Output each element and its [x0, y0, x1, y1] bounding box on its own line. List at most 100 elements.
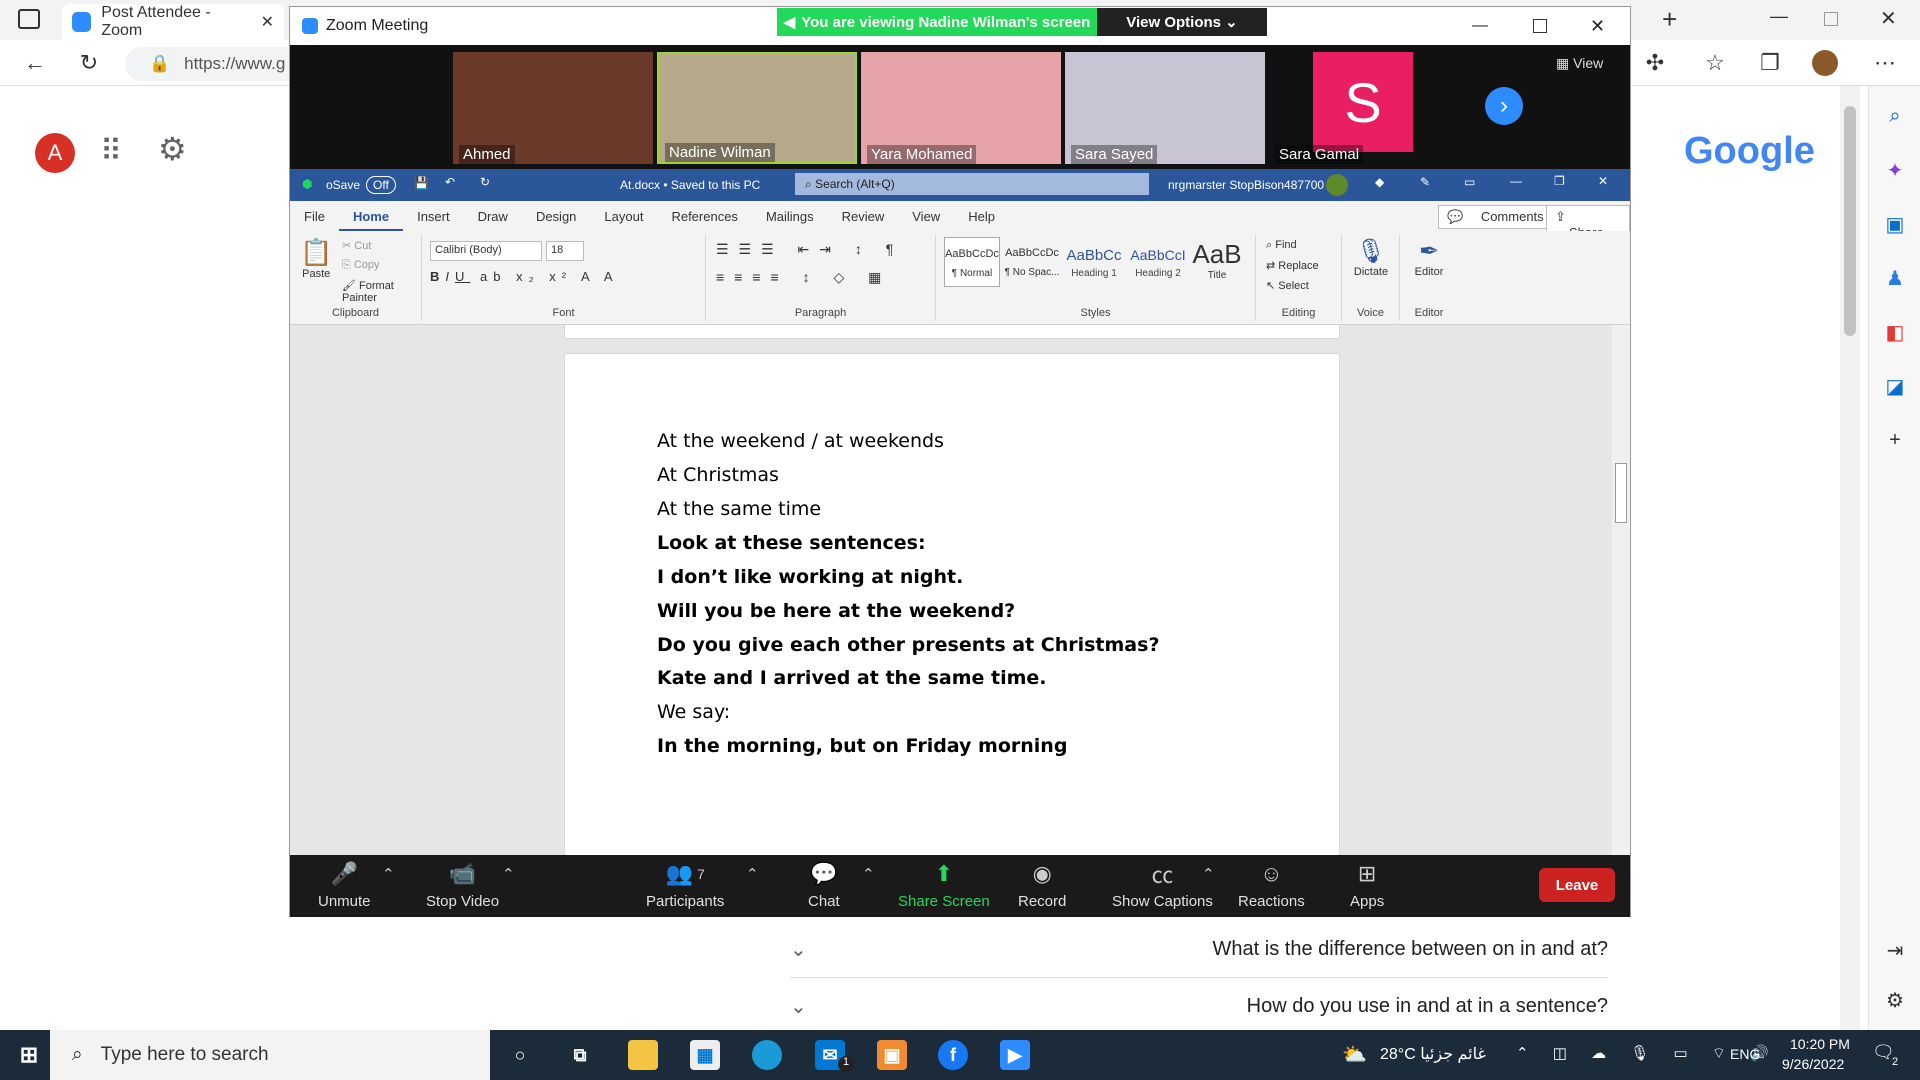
record-button[interactable]: ◉ Record [1018, 861, 1066, 910]
style-title[interactable]: AaB Title [1192, 237, 1242, 287]
new-tab-icon[interactable]: + [1662, 4, 1677, 35]
user-avatar[interactable] [1326, 174, 1348, 196]
replace-button[interactable]: ⇄ Replace [1266, 259, 1319, 272]
faq-item[interactable]: ⌄ What is the difference between on in a… [790, 922, 1608, 978]
edge-icon[interactable] [752, 1040, 782, 1070]
chat-options-icon[interactable]: ⌃ [862, 865, 875, 883]
video-options-icon[interactable]: ⌃ [502, 865, 515, 883]
clock-time[interactable]: 10:20 PM [1790, 1036, 1850, 1052]
participants-options-icon[interactable]: ⌃ [746, 865, 759, 883]
reactions-button[interactable]: ☺ Reactions [1238, 861, 1305, 910]
font-name-select[interactable]: Calibri (Body) [430, 241, 542, 261]
more-icon[interactable]: ⋯ [1870, 48, 1900, 78]
redo-icon[interactable]: ↻ [480, 175, 490, 189]
share-screen-button[interactable]: ⬆ Share Screen [898, 861, 990, 910]
dictate-button[interactable]: 🎙 Dictate [1346, 237, 1396, 278]
outlook-icon[interactable]: ◪ [1881, 372, 1909, 400]
scrollbar-thumb[interactable] [1844, 106, 1856, 336]
select-button[interactable]: ↖ Select [1266, 279, 1309, 292]
copy-button[interactable]: ⎘ Copy [342, 259, 380, 272]
windows-start-icon[interactable]: ⊞ [14, 1040, 44, 1070]
unmute-button[interactable]: 🎤 Unmute [318, 861, 371, 910]
doc-title[interactable]: At.docx • Saved to this PC [620, 178, 760, 192]
zoom-taskbar-icon[interactable]: ▶ [1000, 1040, 1030, 1070]
find-button[interactable]: ⌕ Find [1266, 239, 1297, 252]
tab-help[interactable]: Help [954, 201, 1009, 231]
tab-home[interactable]: Home [338, 201, 404, 231]
tab-review[interactable]: Review [828, 201, 899, 231]
autosave-toggle[interactable]: Off [366, 176, 396, 194]
apps-button[interactable]: ⊞ Apps [1350, 861, 1384, 910]
search-icon[interactable]: ⌕ [1881, 102, 1909, 130]
close-icon[interactable]: ✕ [1880, 6, 1897, 31]
maximize-icon[interactable] [1533, 19, 1547, 33]
view-options-button[interactable]: View Options ⌄ [1097, 8, 1267, 36]
video-tile[interactable]: Ahmed [453, 52, 653, 164]
collections-icon[interactable]: ❐ [1755, 48, 1785, 78]
minimize-icon[interactable]: — [1770, 6, 1788, 27]
tab-layout[interactable]: Layout [590, 201, 657, 231]
restore-icon[interactable]: ❐ [1554, 174, 1565, 188]
restore-icon[interactable] [1824, 12, 1838, 26]
google-logo[interactable]: Google [1684, 130, 1815, 173]
video-tile[interactable]: Yara Mohamed [861, 52, 1061, 164]
games-icon[interactable]: ♟ [1881, 264, 1909, 292]
video-tile[interactable]: S Sara Gamal [1269, 52, 1469, 164]
show-captions-button[interactable]: ㏄ Show Captions [1112, 861, 1213, 910]
view-button[interactable]: ▦ View [1556, 55, 1603, 72]
editor-button[interactable]: ✒ Editor [1404, 237, 1454, 278]
facebook-icon[interactable]: f [938, 1040, 968, 1070]
save-icon[interactable]: 💾 [414, 176, 429, 190]
document-page[interactable]: At the weekend / at weekends At Christma… [564, 353, 1340, 855]
close-icon[interactable]: ✕ [1598, 174, 1608, 188]
tab-draw[interactable]: Draw [464, 201, 522, 231]
style-no-spacing[interactable]: AaBbCcDc ¶ No Spac... [1004, 237, 1060, 287]
tab-file[interactable]: File [290, 201, 339, 231]
sidebar-collapse-icon[interactable]: ⇥ [1881, 936, 1909, 964]
tab-design[interactable]: Design [522, 201, 590, 231]
task-view-icon[interactable]: ⧉ [565, 1040, 595, 1070]
minimize-icon[interactable]: — [1472, 17, 1488, 35]
scrollbar-thumb[interactable] [1615, 463, 1627, 523]
profile-avatar[interactable] [1812, 50, 1838, 76]
font-size-select[interactable]: 18 [546, 241, 584, 261]
style-heading-2[interactable]: AaBbCcI Heading 2 [1128, 237, 1188, 287]
extensions-icon[interactable]: ✣ [1640, 48, 1670, 78]
app-icon[interactable]: ▣ [877, 1040, 907, 1070]
chat-button[interactable]: 💬 Chat [808, 861, 840, 910]
close-icon[interactable]: ✕ [1590, 16, 1605, 37]
style-heading-1[interactable]: AaBbCc Heading 1 [1064, 237, 1124, 287]
apps-grid-icon[interactable]: ⠿ [100, 134, 122, 169]
faq-item[interactable]: ⌄ How do you use in and at in a sentence… [790, 978, 1608, 1034]
paste-button[interactable]: 📋 Paste [300, 237, 332, 280]
pen-icon[interactable]: ✎ [1420, 175, 1430, 189]
page-scrollbar[interactable] [1840, 86, 1860, 1030]
document-scrollbar[interactable] [1612, 325, 1630, 855]
browser-tab[interactable]: Post Attendee - Zoom ✕ [62, 4, 284, 40]
tab-close-icon[interactable]: ✕ [261, 12, 274, 32]
minimize-icon[interactable]: — [1510, 174, 1522, 188]
diamond-icon[interactable]: ◆ [1375, 175, 1384, 189]
cortana-icon[interactable]: ○ [505, 1040, 535, 1070]
word-search-box[interactable]: ⌕ Search (Alt+Q) [795, 173, 1149, 195]
refresh-icon[interactable]: ↻ [74, 48, 104, 78]
clock-date[interactable]: 9/26/2022 [1782, 1056, 1844, 1072]
format-painter-button[interactable]: 🖌 Format Painter [342, 279, 421, 304]
tab-insert[interactable]: Insert [403, 201, 464, 231]
stop-video-button[interactable]: 📹 Stop Video [426, 861, 499, 910]
settings-icon[interactable]: ⚙ [1881, 986, 1909, 1014]
file-explorer-icon[interactable] [628, 1040, 658, 1070]
taskbar-search[interactable]: ⌕ Type here to search [50, 1030, 490, 1080]
leave-button[interactable]: Leave [1539, 868, 1615, 902]
settings-gear-icon[interactable]: ⚙ [158, 130, 187, 168]
list-buttons[interactable]: ☰☰☰ ⇤⇥ ↕ ¶ [716, 241, 903, 258]
captions-options-icon[interactable]: ⌃ [1202, 865, 1215, 883]
address-bar[interactable]: 🔒 https://www.g [125, 47, 305, 81]
align-buttons[interactable]: ≡≡≡≡ ↕ ◇ ▦ [716, 269, 891, 286]
tab-mailings[interactable]: Mailings [752, 201, 828, 231]
font-format-buttons[interactable]: BIU ab x₂ x² A A [430, 269, 619, 284]
cut-button[interactable]: ✂ Cut [342, 239, 371, 252]
video-tile[interactable]: Sara Sayed [1065, 52, 1265, 164]
tools-icon[interactable]: ▣ [1881, 210, 1909, 238]
language-indicator[interactable]: ENG [1730, 1046, 1760, 1062]
